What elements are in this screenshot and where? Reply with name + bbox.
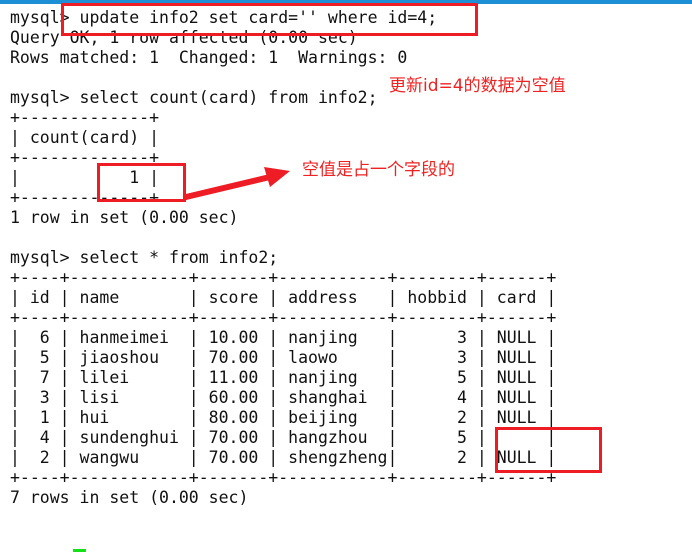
terminal-line: mysql> select * from info2; [10,248,279,267]
terminal-line: mysql> select count(card) from info2; [10,88,378,107]
annotation-update-note: 更新id=4的数据为空值 [389,76,566,96]
highlight-box-empty-card-cell [495,427,602,473]
table-row: | 5 | jiaoshou | 70.00 | laowo | 3 | NUL… [10,348,557,367]
table-row: | 7 | lilei | 11.00 | nanjing | 5 | NULL… [10,368,557,387]
terminal-line: +-------------+ [10,108,160,127]
terminal-cursor [73,549,86,552]
terminal-line: +----+------------+-------+-----------+-… [10,268,557,287]
highlight-box-update-command [61,3,478,36]
table-row: | 6 | hanmeimei | 10.00 | nanjing | 3 | … [10,328,557,347]
table-row: | 3 | lisi | 60.00 | shanghai | 4 | NULL… [10,388,557,407]
highlight-box-count-value [97,163,186,202]
terminal-window: mysql> update info2 set card='' where id… [0,0,692,554]
terminal-line: Rows matched: 1 Changed: 1 Warnings: 0 [10,48,408,67]
terminal-line: 7 rows in set (0.00 sec) [10,488,249,507]
terminal-line: | id | name | score | address | hobbid |… [10,288,557,307]
terminal-line: +----+------------+-------+-----------+-… [10,308,557,327]
table-row: | 2 | wangwu | 70.00 | shengzheng| 2 | N… [10,448,557,467]
table-row: | 4 | sundenghui | 70.00 | hangzhou | 5 … [10,428,557,447]
table-row: | 1 | hui | 80.00 | beijing | 2 | NULL | [10,408,557,427]
terminal-line: 1 row in set (0.00 sec) [10,208,239,227]
terminal-line: | count(card) | [10,128,160,147]
annotation-nullvalue-note: 空值是占一个字段的 [302,160,455,180]
terminal-line: +----+------------+-------+-----------+-… [10,468,557,487]
